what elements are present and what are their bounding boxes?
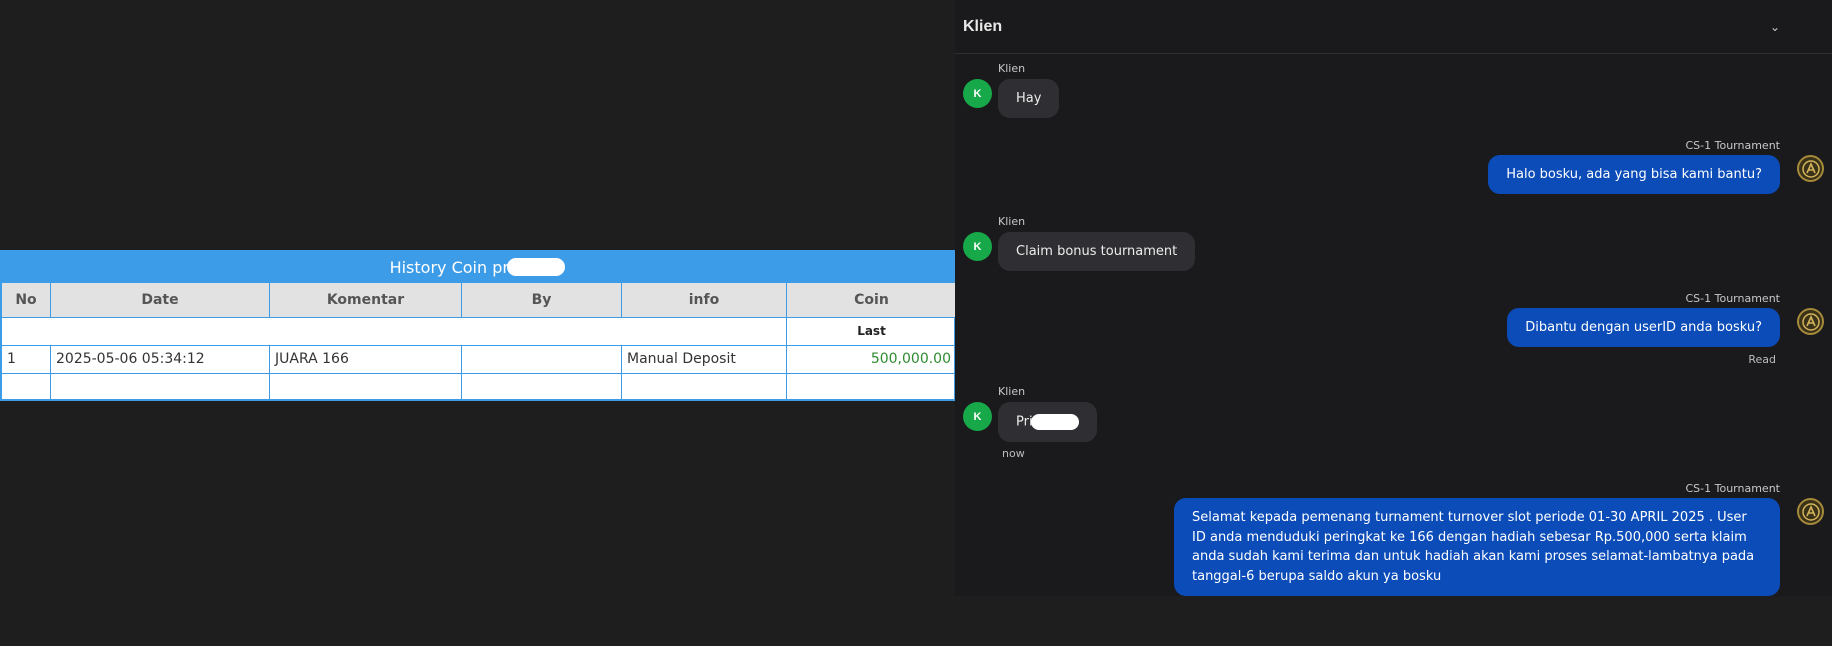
agent-avatar-icon [1797, 498, 1824, 525]
message-text: Hay [998, 79, 1060, 118]
agent-message: CS-1 Tournament [1686, 139, 1781, 152]
history-title-text: History Coin pri [389, 257, 514, 277]
client-avatar: K [963, 402, 992, 431]
table-header-row: No Date Komentar By info Coin [1, 283, 957, 318]
message-text: Halo bosku, ada yang bisa kami bantu? [1488, 155, 1780, 194]
message-sender: CS-1 Tournament [1685, 292, 1781, 305]
client-bubble[interactable]: Pri [998, 402, 1097, 442]
history-coin-table: History Coin pri No Date Komentar By inf… [0, 250, 957, 401]
agent-bubble[interactable]: Selamat kepada pemenang turnament turnov… [1174, 498, 1780, 596]
message-sender: Klien [998, 385, 1026, 398]
cell-komentar: JUARA 166 [269, 344, 462, 374]
agent-avatar-icon [1797, 155, 1824, 182]
agent-message: CS-1 Tournament [1686, 482, 1781, 495]
chat-panel: Klien ⌄ Klien K Hay CS-1 Tournament Halo… [955, 0, 1832, 596]
redaction-mark [1030, 414, 1079, 430]
client-message: Klien [998, 385, 1025, 398]
table-row-partial [1, 372, 957, 400]
redaction-mark [507, 258, 566, 276]
history-table-title: History Coin pri [1, 251, 954, 283]
message-sender: CS-1 Tournament [1685, 482, 1781, 495]
column-header-komentar[interactable]: Komentar [269, 283, 462, 318]
message-text: Claim bonus tournament [998, 232, 1196, 271]
subheader-empty-cell [1, 316, 787, 346]
agent-avatar-icon [1797, 308, 1824, 335]
agent-bubble[interactable]: Halo bosku, ada yang bisa kami bantu? [1488, 155, 1780, 194]
subheader-last-cell: Last [786, 316, 957, 346]
message-time: now [1002, 447, 1025, 460]
message-text: Selamat kepada pemenang turnament turnov… [1174, 498, 1780, 596]
cell-by [461, 344, 622, 374]
cell-coin: 500,000.00 [786, 344, 957, 374]
client-message: Klien [998, 215, 1025, 228]
client-message: Klien [998, 62, 1025, 75]
agent-bubble[interactable]: Dibantu dengan userID anda bosku? [1507, 308, 1780, 347]
column-header-by[interactable]: By [461, 283, 622, 318]
chat-header: Klien ⌄ [955, 0, 1832, 54]
column-header-info[interactable]: info [621, 283, 787, 318]
message-text: Dibantu dengan userID anda bosku? [1507, 308, 1780, 347]
history-table: No Date Komentar By info Coin Last 1 202… [1, 283, 957, 400]
message-sender: CS-1 Tournament [1685, 139, 1781, 152]
table-subheader-row: Last [1, 316, 957, 346]
message-sender: Klien [998, 62, 1026, 75]
column-header-date[interactable]: Date [50, 283, 270, 318]
table-row: 1 2025-05-06 05:34:12 JUARA 166 Manual D… [1, 344, 957, 374]
cell-date: 2025-05-06 05:34:12 [50, 344, 270, 374]
chevron-down-icon[interactable]: ⌄ [1770, 20, 1780, 34]
cell-info: Manual Deposit [621, 344, 787, 374]
read-status: Read [1748, 353, 1776, 366]
client-bubble[interactable]: Hay [998, 79, 1060, 118]
chat-header-title: Klien [963, 18, 1003, 35]
agent-message: CS-1 Tournament [1686, 292, 1781, 305]
message-sender: Klien [998, 215, 1026, 228]
client-avatar: K [963, 79, 992, 108]
cell-no: 1 [1, 344, 51, 374]
message-bubble: Pri [998, 402, 1097, 442]
client-bubble[interactable]: Claim bonus tournament [998, 232, 1196, 271]
column-header-no[interactable]: No [1, 283, 51, 318]
client-avatar: K [963, 232, 992, 261]
column-header-coin[interactable]: Coin [786, 283, 957, 318]
